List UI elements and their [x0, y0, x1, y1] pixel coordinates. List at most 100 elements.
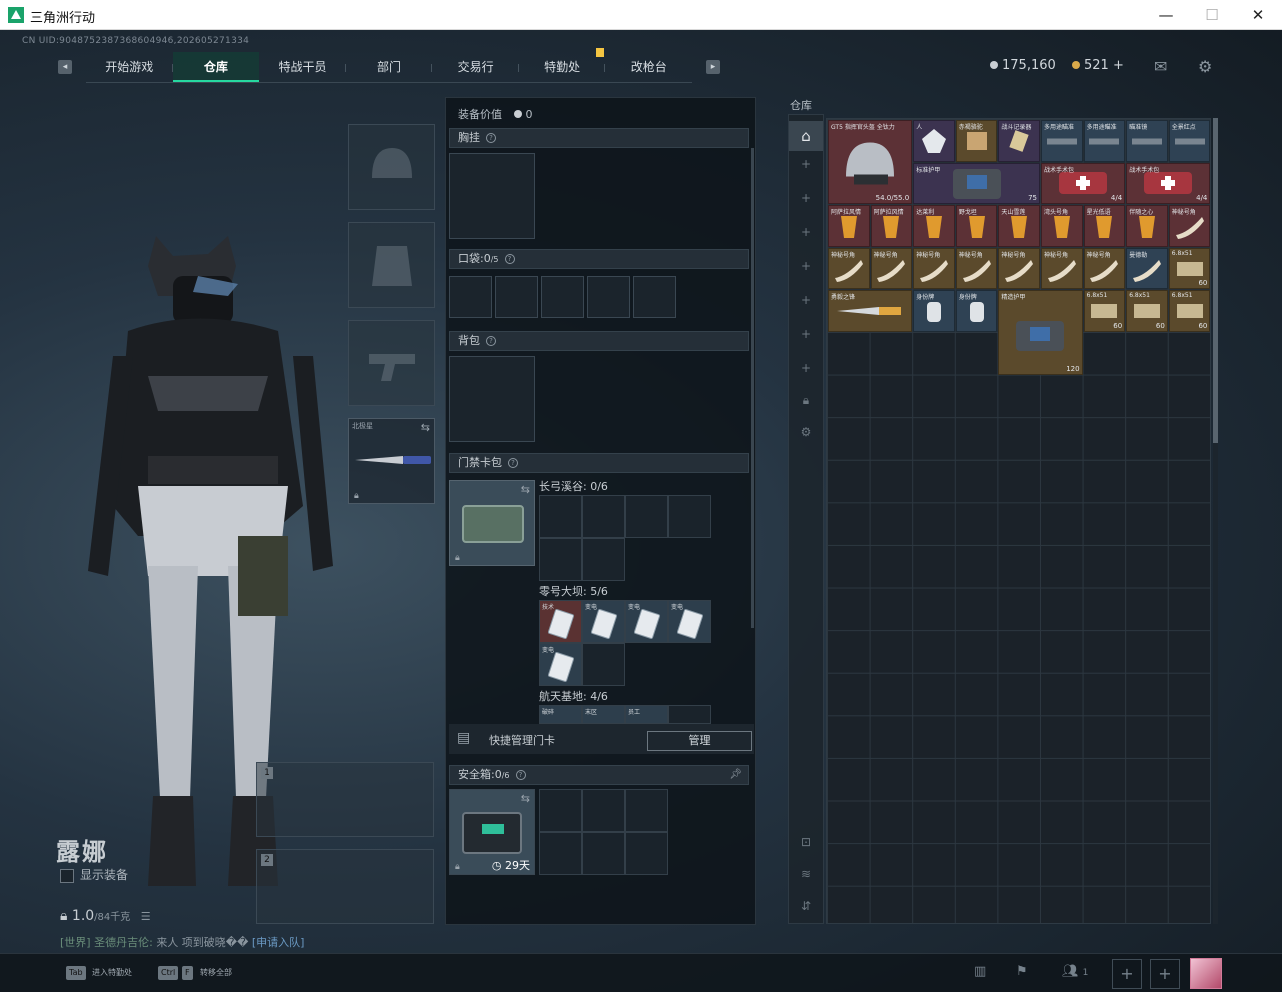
tab-operators[interactable]: 特战干员 [259, 52, 346, 82]
keycard-item[interactable]: 技术 [539, 600, 582, 643]
help-icon[interactable]: ? [504, 254, 515, 264]
armor-slot[interactable] [348, 222, 435, 308]
stash-item[interactable]: 曼德勒 [1126, 247, 1168, 290]
tab-department[interactable]: 部门 [346, 52, 433, 82]
minimize-button[interactable]: — [1146, 4, 1186, 26]
add-stash-icon[interactable]: + [789, 259, 823, 273]
keycard-item[interactable]: 变电 [582, 600, 625, 643]
stash-item[interactable]: 野戈坦 [955, 205, 998, 247]
friends-icon[interactable]: 👥︎ 1 [1062, 964, 1088, 979]
transfer-icon[interactable]: ⇵ [789, 899, 823, 913]
stash-item[interactable]: 神秘号角 [870, 247, 913, 290]
join-team-link[interactable]: [申请入队] [252, 936, 305, 949]
stash-item[interactable]: 神秘号角 [1083, 247, 1126, 290]
keycard-item[interactable]: 破碎 [539, 705, 582, 724]
tab-trade[interactable]: 交易行 [432, 52, 519, 82]
stash-item[interactable]: 神秘号角 [955, 247, 998, 290]
melee-slot[interactable]: 北极星 ⇆ 🔒︎ [348, 418, 435, 504]
stash-item[interactable]: 身份牌 [955, 290, 998, 332]
checkbox-icon[interactable] [60, 868, 74, 883]
gold-currency[interactable]: 521 + [1072, 58, 1124, 73]
card-slot[interactable] [582, 495, 625, 538]
stash-scrollbar[interactable] [1213, 118, 1218, 924]
safebox-cell[interactable] [582, 789, 625, 832]
gear-icon[interactable]: ⚙ [789, 425, 823, 439]
pocket-slot[interactable] [587, 276, 630, 318]
pistol-slot[interactable] [348, 320, 435, 406]
primary-weapon-slot[interactable]: 1 [256, 762, 434, 837]
stash-item[interactable]: 战斗记录器 [998, 120, 1040, 162]
tab-start-game[interactable]: 开始游戏 [86, 52, 173, 82]
flag-icon[interactable]: ⚑ [1016, 964, 1028, 979]
secondary-weapon-slot[interactable]: 2 [256, 849, 434, 924]
add-stash-icon[interactable]: + [789, 225, 823, 239]
tab-warehouse[interactable]: 仓库 [172, 52, 260, 82]
keycard-item[interactable]: 变电 [539, 643, 582, 686]
maximize-button[interactable]: ☐ [1192, 4, 1232, 26]
keycard-item[interactable]: 变电 [668, 600, 711, 643]
card-slot[interactable] [668, 495, 711, 538]
add-stash-icon[interactable]: + [789, 361, 823, 375]
nav-left-arrow-icon[interactable]: ◂ [58, 60, 72, 74]
avatar[interactable] [1190, 958, 1222, 989]
manage-button[interactable]: 管理 [647, 731, 752, 751]
transfer-all-hint[interactable]: 转移全部 [200, 967, 232, 978]
stash-item[interactable]: 多用途瞄准 [1083, 120, 1126, 162]
stash-item[interactable]: 天山雪莲 [998, 205, 1040, 247]
stash-item[interactable]: 6.8x51 60 [1168, 247, 1211, 290]
card-slot[interactable] [582, 538, 625, 581]
keycard-pack-slot[interactable]: ⇆ 🔒︎ [449, 480, 535, 566]
nav-right-arrow-icon[interactable]: ▸ [706, 60, 720, 74]
stash-item[interactable]: 神秘号角 [913, 247, 955, 290]
stash-item[interactable]: 人 [913, 120, 955, 162]
stash-item[interactable]: 神秘号角 [998, 247, 1040, 290]
safebox-slot[interactable]: ⇆ 🔒︎ ◷ 29天 [449, 789, 535, 875]
stash-item[interactable]: GT5 指挥官头盔 全钛力 54.0/55.0 [828, 120, 913, 205]
stash-item[interactable]: 伴随之心 [1126, 205, 1168, 247]
stash-item[interactable]: 阿萨拉风情 [828, 205, 870, 247]
pocket-slot[interactable] [541, 276, 584, 318]
swap-icon[interactable]: ⇆ [521, 792, 530, 805]
scrollbar-thumb[interactable] [1213, 118, 1218, 443]
card-slot[interactable] [582, 643, 625, 686]
keycard-item[interactable]: 员工 [625, 705, 668, 724]
pin-icon[interactable]: 📌︎ [729, 766, 742, 784]
stash-item[interactable]: 身份牌 [913, 290, 955, 332]
swap-icon[interactable]: ⇆ [421, 421, 430, 434]
stash-item[interactable]: 精造护甲 120 [998, 290, 1083, 375]
stash-item[interactable]: 标准护甲 75 [913, 162, 1040, 205]
stash-item[interactable]: 6.8x51 60 [1083, 290, 1126, 332]
help-icon[interactable]: ? [486, 336, 496, 346]
safebox-cell[interactable] [625, 832, 668, 875]
stash-item[interactable]: 赤褐骆驼 [955, 120, 998, 162]
stash-item[interactable]: 阿萨拉风情 [870, 205, 913, 247]
enter-special-ops-hint[interactable]: 进入特勤处 [92, 967, 132, 978]
stash-item[interactable]: 星光低语 [1083, 205, 1126, 247]
layers-icon[interactable]: ≋ [789, 867, 823, 881]
stash-item[interactable]: 战术手术包 4/4 [1041, 162, 1126, 205]
stash-item[interactable]: 战术手术包 4/4 [1126, 162, 1211, 205]
stash-item[interactable]: 6.8x51 60 [1126, 290, 1168, 332]
card-slot[interactable] [668, 705, 711, 724]
help-icon[interactable]: ? [515, 770, 526, 780]
stats-icon[interactable]: ▥ [974, 964, 986, 979]
safebox-cell[interactable] [625, 789, 668, 832]
add-stash-icon[interactable]: + [789, 327, 823, 341]
keycard-item[interactable]: 末区 [582, 705, 625, 724]
gear-icon[interactable]: ⚙ [1198, 57, 1212, 76]
show-equip-toggle[interactable]: 显示装备 [60, 866, 128, 883]
tab-special-ops[interactable]: 特勤处 [519, 52, 606, 82]
stash-item[interactable]: 勇毅之锋 [828, 290, 913, 332]
stash-item[interactable]: 神秘号角 [1041, 247, 1083, 290]
add-stash-icon[interactable]: + [789, 191, 823, 205]
warehouse-home-icon[interactable]: ⌂ [789, 121, 823, 151]
lock-icon[interactable]: 🔒︎ [789, 393, 823, 408]
safebox-cell[interactable] [539, 789, 582, 832]
help-icon[interactable]: ? [486, 133, 496, 143]
stash-item[interactable]: 湾头号角 [1041, 205, 1083, 247]
backpack-slot[interactable] [449, 356, 535, 442]
pocket-slot[interactable] [495, 276, 538, 318]
card-slot[interactable] [539, 495, 582, 538]
swap-icon[interactable]: ⇆ [521, 483, 530, 496]
keycard-item[interactable]: 变电 [625, 600, 668, 643]
